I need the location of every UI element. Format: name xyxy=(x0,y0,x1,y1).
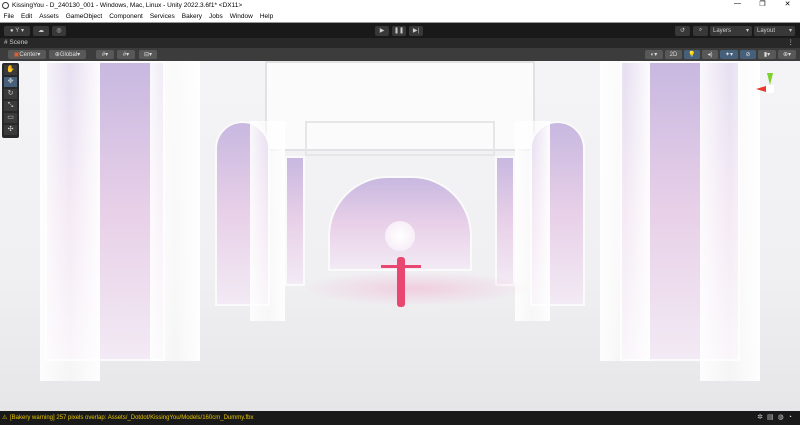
move-icon: ✥ xyxy=(8,78,14,85)
lighting-toggle[interactable]: 💡 xyxy=(684,50,700,59)
menu-file[interactable]: File xyxy=(0,13,17,20)
2d-toggle[interactable]: 2D xyxy=(665,50,682,59)
bug-icon[interactable]: ✲ xyxy=(757,414,767,421)
effects-toggle[interactable]: ✦▾ xyxy=(720,50,738,59)
cloud-button[interactable]: ☁ xyxy=(33,26,49,36)
cloud-icon: ☁ xyxy=(38,27,44,34)
gizmo-icon: ⊕▾ xyxy=(783,51,791,58)
menu-component[interactable]: Component xyxy=(106,13,147,20)
main-toolbar: ● Y ▾ ☁ ◎ ▶ ❚❚ ▶| ↺ ⌕ Layers▾ Layout▾ xyxy=(0,23,800,38)
scale-tool[interactable]: ⤡ xyxy=(4,101,17,111)
chevron-down-icon: ▾ xyxy=(746,27,749,34)
menu-edit[interactable]: Edit xyxy=(17,13,35,20)
rotate-icon: ↻ xyxy=(8,90,14,97)
lightbulb-icon: 💡 xyxy=(688,51,695,58)
warning-icon: ⚠ xyxy=(2,411,7,425)
collab-icon: ◎ xyxy=(56,27,61,34)
rect-tool[interactable]: ▭ xyxy=(4,113,17,123)
tool-palette: ✋ ✥ ↻ ⤡ ▭ ✣ xyxy=(2,63,19,138)
minimize-button[interactable]: — xyxy=(725,0,750,8)
menu-window[interactable]: Window xyxy=(226,13,256,20)
dummy-arms xyxy=(381,265,421,268)
curtain xyxy=(40,61,100,381)
unity-logo-icon xyxy=(2,2,9,9)
status-bar: ⚠ [Bakery warning] 257 pixels overlap: A… xyxy=(0,411,800,425)
close-button[interactable]: ✕ xyxy=(775,0,800,8)
menu-bakery[interactable]: Bakery xyxy=(178,13,205,20)
gizmo-y-axis[interactable] xyxy=(767,73,773,85)
title-bar: KissingYou - D_240130_001 - Windows, Mac… xyxy=(0,0,800,11)
menu-services[interactable]: Services xyxy=(146,13,178,20)
search-icon: ⌕ xyxy=(699,27,702,34)
gizmo-x-axis[interactable] xyxy=(756,86,766,92)
grid-snap-button[interactable]: #▾ xyxy=(96,50,114,59)
gizmos-button[interactable]: ⊕▾ xyxy=(778,50,796,59)
hand-icon: ✋ xyxy=(6,66,15,73)
hidden-objects-toggle[interactable]: ⊘ xyxy=(740,50,756,59)
step-icon: ▶| xyxy=(413,27,419,34)
orientation-gizmo[interactable] xyxy=(752,71,792,116)
curtain xyxy=(250,121,285,321)
history-icon: ↺ xyxy=(680,27,685,34)
ceiling-panel xyxy=(305,121,495,156)
curtain xyxy=(700,61,760,381)
effects-icon: ✦▾ xyxy=(725,51,733,58)
step-button[interactable]: ▶| xyxy=(409,26,423,36)
menu-bar: File Edit Assets GameObject Component Se… xyxy=(0,11,800,23)
window-left-far xyxy=(285,156,305,286)
rect-icon: ▭ xyxy=(7,114,14,121)
auto-generate-icon[interactable]: ◔ xyxy=(788,414,796,421)
space-dropdown[interactable]: ⊕Global▾ xyxy=(49,50,86,59)
gift-props xyxy=(300,271,530,306)
moon-orb xyxy=(385,221,415,251)
account-button[interactable]: ● Y ▾ xyxy=(4,26,30,36)
cache-icon[interactable]: ◍ xyxy=(778,414,788,421)
menu-jobs[interactable]: Jobs xyxy=(205,13,226,20)
scale-icon: ⤡ xyxy=(8,102,14,109)
pause-button[interactable]: ❚❚ xyxy=(392,26,406,36)
menu-gameobject[interactable]: GameObject xyxy=(62,13,106,20)
search-button[interactable]: ⌕ xyxy=(693,26,708,36)
align-icon: ⊟▾ xyxy=(144,51,152,58)
progress-icon[interactable]: ▤ xyxy=(767,414,778,421)
menu-help[interactable]: Help xyxy=(256,13,276,20)
layout-dropdown[interactable]: Layout▾ xyxy=(754,26,795,36)
transform-icon: ✣ xyxy=(8,126,14,133)
layers-dropdown[interactable]: Layers▾ xyxy=(710,26,752,36)
rotate-tool[interactable]: ↻ xyxy=(4,89,17,99)
audio-toggle[interactable]: ◂) xyxy=(702,50,718,59)
scene-view[interactable] xyxy=(0,61,800,411)
chevron-down-icon: ▾ xyxy=(789,27,792,34)
align-button[interactable]: ⊟▾ xyxy=(139,50,157,59)
eye-slash-icon: ⊘ xyxy=(745,51,750,58)
pivot-dropdown[interactable]: ▣Center▾ xyxy=(8,50,46,59)
tab-scene[interactable]: # Scene⋮ xyxy=(0,38,800,48)
play-icon: ▶ xyxy=(380,27,385,34)
audio-icon: ◂) xyxy=(707,51,712,58)
curtain xyxy=(600,61,650,361)
curtain xyxy=(150,61,200,361)
more-options-icon[interactable]: ⋮ xyxy=(788,38,795,48)
camera-settings-button[interactable]: ▮▾ xyxy=(758,50,776,59)
gizmo-center[interactable] xyxy=(766,85,774,93)
status-message[interactable]: [Bakery warning] 257 pixels overlap: Ass… xyxy=(10,415,253,421)
pause-icon: ❚❚ xyxy=(394,27,404,34)
transform-tool[interactable]: ✣ xyxy=(4,125,17,135)
draw-mode-button[interactable]: ◐▾ xyxy=(645,50,663,59)
grid-icon: #▾ xyxy=(102,51,108,58)
move-tool[interactable]: ✥ xyxy=(4,77,17,87)
undo-history-button[interactable]: ↺ xyxy=(675,26,690,36)
scene-toolbar: ▣Center▾ ⊕Global▾ #▾ #▾ ⊟▾ ◐▾ 2D 💡 ◂) ✦▾… xyxy=(0,48,800,61)
shading-icon: ◐▾ xyxy=(651,51,658,58)
window-title: KissingYou - D_240130_001 - Windows, Mac… xyxy=(12,2,242,9)
window-right-far xyxy=(495,156,515,286)
play-button[interactable]: ▶ xyxy=(375,26,389,36)
collab-button[interactable]: ◎ xyxy=(52,26,66,36)
menu-assets[interactable]: Assets xyxy=(36,13,63,20)
snap-icon: #▾ xyxy=(123,51,129,58)
maximize-button[interactable]: ❐ xyxy=(750,0,775,8)
camera-icon: ▮▾ xyxy=(764,51,770,58)
increment-snap-button[interactable]: #▾ xyxy=(117,50,135,59)
hand-tool[interactable]: ✋ xyxy=(4,65,17,75)
